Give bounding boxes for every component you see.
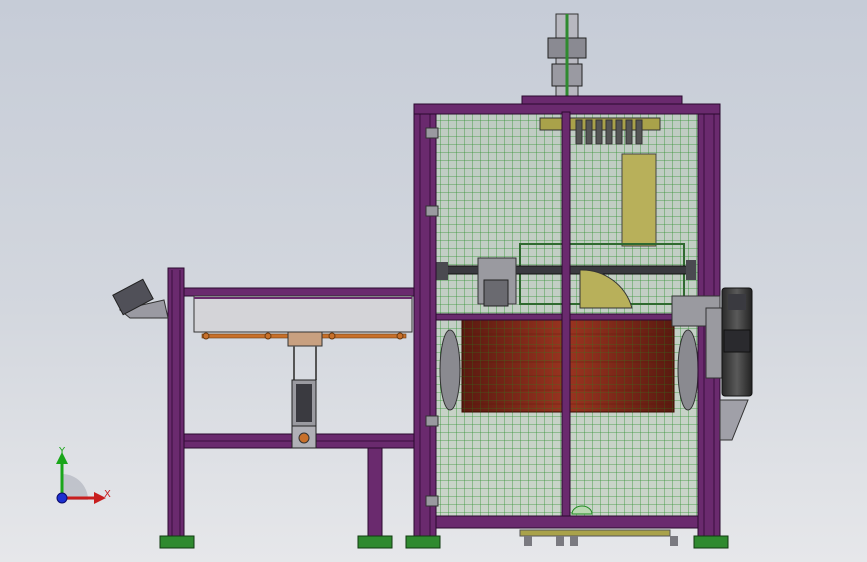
left-frame [112, 267, 417, 549]
left-post [167, 267, 185, 541]
lift-actuator [287, 331, 323, 449]
conveyor-housing [193, 295, 413, 333]
axis-triad: Y X [56, 446, 111, 504]
foot-mid [357, 535, 393, 549]
top-actuator [521, 13, 683, 108]
main-cabinet [405, 13, 729, 549]
cabinet-post-left [413, 103, 437, 539]
mid-post [367, 447, 383, 541]
cad-viewport[interactable]: Y X [0, 0, 867, 562]
foot-cabinet-left [405, 535, 441, 549]
foot-cabinet-right [693, 535, 729, 549]
cabinet-bottom-beam [435, 515, 699, 529]
foot-left [159, 535, 195, 549]
motor-base-plate [719, 399, 749, 441]
weight-block [621, 153, 657, 247]
center-mullion [561, 111, 571, 527]
axis-x-label: X [104, 489, 111, 500]
axis-y-label: Y [58, 446, 66, 457]
top-rail [183, 287, 417, 297]
machine-drawing: Y X [56, 13, 753, 549]
